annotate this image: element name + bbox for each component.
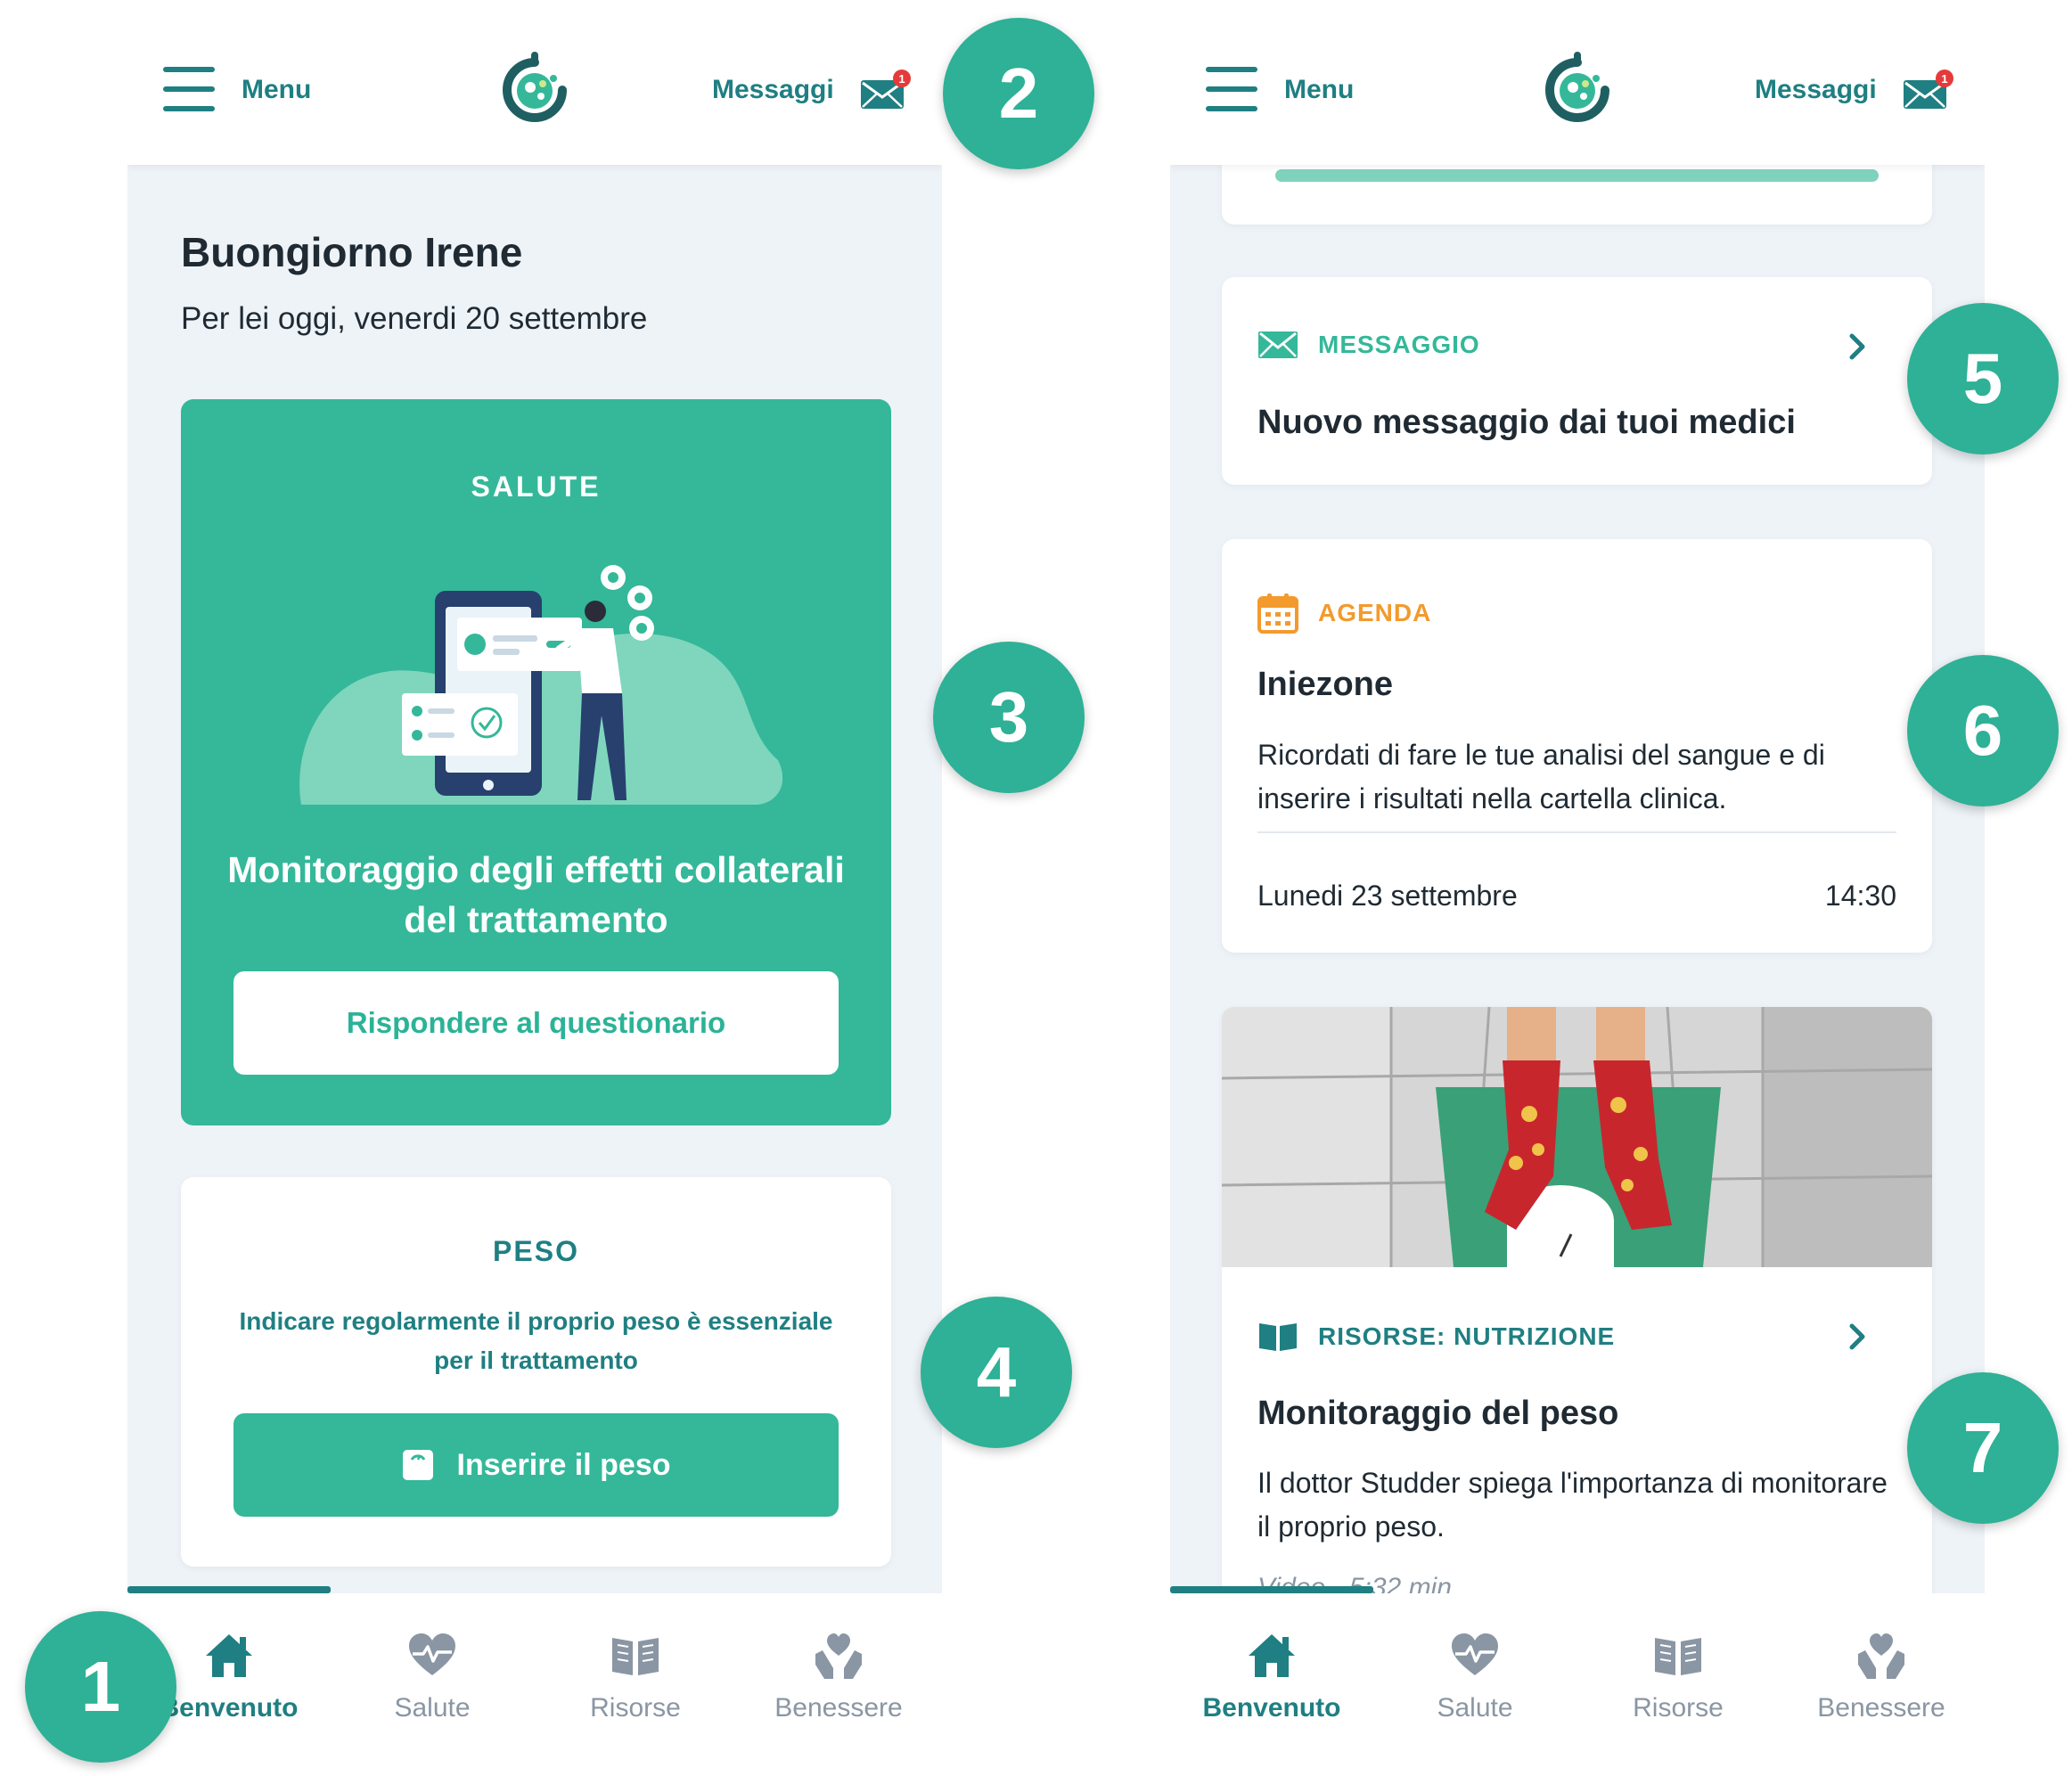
weight-scale-photo (1222, 1007, 1932, 1267)
menu-label[interactable]: Menu (1284, 75, 1354, 105)
date-line: Per lei oggi, venerdi 20 settembre (181, 301, 648, 336)
menu-label[interactable]: Menu (242, 75, 311, 105)
book-icon (1259, 1323, 1297, 1351)
agenda-time: 14:30 (1824, 880, 1896, 912)
message-tag: MESSAGGIO (1257, 331, 1480, 359)
chevron-right-icon (1849, 1323, 1865, 1350)
messages-label[interactable]: Messaggi (712, 75, 834, 105)
envelope-icon[interactable]: 1 (858, 68, 912, 112)
agenda-date: Lunedi 23 settembre (1257, 880, 1518, 912)
peso-card: PESO Indicare regolarmente il proprio pe… (181, 1177, 891, 1567)
scale-icon (402, 1450, 433, 1480)
nav-label: Benessere (1817, 1693, 1945, 1723)
hamburger-menu-icon[interactable] (163, 67, 215, 111)
agenda-title: Iniezone (1257, 666, 1394, 703)
heart-pulse-icon (1452, 1633, 1498, 1675)
resource-tag: RISORSE: NUTRIZIONE (1257, 1321, 1615, 1353)
resource-title: Monitoraggio del peso (1257, 1395, 1619, 1432)
nav-item-benvenuto[interactable]: Benvenuto (1170, 1593, 1373, 1776)
doctor-tablet-illustration (299, 565, 782, 805)
canvas: Menu Messaggi 1 Buongiorno Irene Per lei… (0, 0, 2072, 1776)
book-icon (1655, 1638, 1701, 1675)
message-card[interactable]: MESSAGGIO Nuovo messaggio dai tuoi medic… (1222, 277, 1932, 485)
enter-weight-label: Inserire il peso (456, 1447, 671, 1482)
nav-label: Risorse (590, 1693, 681, 1723)
top-bar: Menu Messaggi 1 (127, 16, 942, 165)
nav-item-risorse[interactable]: Risorse (534, 1593, 737, 1776)
envelope-icon[interactable]: 1 (1901, 68, 1954, 112)
book-icon (612, 1638, 659, 1675)
nav-label: Benvenuto (1202, 1693, 1341, 1723)
agenda-tag-label: AGENDA (1318, 599, 1432, 626)
home-icon (1249, 1634, 1295, 1677)
resource-body: Il dottor Studder spiega l'importanza di… (1257, 1467, 1888, 1543)
chevron-right-icon (1849, 333, 1865, 360)
nav-item-risorse[interactable]: Risorse (1577, 1593, 1780, 1776)
annotation-badge-7: 7 (1907, 1372, 2059, 1524)
nav-item-salute[interactable]: Salute (1373, 1593, 1577, 1776)
home-icon (206, 1634, 252, 1677)
active-tab-indicator (1170, 1586, 1373, 1593)
unread-count: 1 (1941, 72, 1947, 86)
bottom-nav: Benvenuto Salute Risorse Benessere (1170, 1586, 1985, 1776)
peso-tag: PESO (493, 1235, 579, 1267)
nav-item-benessere[interactable]: Benessere (1780, 1593, 1983, 1776)
nav-label: Salute (1437, 1693, 1513, 1723)
home-screen-top: Menu Messaggi 1 Buongiorno Irene Per lei… (127, 16, 942, 1776)
annotation-badge-4: 4 (921, 1297, 1072, 1448)
calendar-icon (1257, 593, 1298, 634)
app-logo (503, 52, 567, 122)
greeting: Buongiorno Irene (181, 229, 523, 275)
envelope-icon (1258, 331, 1298, 358)
resource-card[interactable]: RISORSE: NUTRIZIONE Monitoraggio del pes… (1222, 1007, 1932, 1631)
nav-label: Benessere (774, 1693, 903, 1723)
agenda-tag: AGENDA (1257, 593, 1431, 634)
nav-label: Salute (394, 1693, 471, 1723)
hands-heart-icon (1858, 1633, 1904, 1679)
nav-item-salute[interactable]: Salute (331, 1593, 534, 1776)
salute-card: SALUTE Monitoraggio degli effetti collat… (181, 399, 891, 1125)
messages-label[interactable]: Messaggi (1755, 75, 1877, 105)
questionnaire-button[interactable]: Rispondere al questionario (233, 971, 839, 1075)
salute-tag: SALUTE (471, 471, 602, 503)
hands-heart-icon (815, 1633, 862, 1679)
active-tab-indicator (127, 1586, 331, 1593)
agenda-body: Ricordati di fare le tue analisi del san… (1257, 739, 1825, 814)
home-screen-scrolled: Menu Messaggi 1 MESSAGGIO Nuovo messaggi… (1170, 16, 1985, 1776)
divider (1257, 831, 1896, 833)
unread-count: 1 (898, 72, 905, 86)
message-title: Nuovo messaggio dai tuoi medici (1257, 404, 1796, 441)
resource-tag-label: RISORSE: NUTRIZIONE (1318, 1322, 1616, 1350)
enter-weight-button[interactable]: Inserire il peso (233, 1413, 839, 1517)
agenda-card[interactable]: AGENDA Iniezone Ricordati di fare le tue… (1222, 539, 1932, 953)
nav-item-benessere[interactable]: Benessere (737, 1593, 940, 1776)
bottom-nav: Benvenuto Salute Risorse Benessere (127, 1586, 942, 1776)
annotation-badge-2: 2 (943, 18, 1094, 169)
heart-pulse-icon (409, 1633, 455, 1675)
top-bar: Menu Messaggi 1 (1170, 16, 1985, 165)
annotation-badge-5: 5 (1907, 303, 2059, 454)
nav-label: Risorse (1633, 1693, 1724, 1723)
app-logo (1545, 52, 1609, 122)
annotation-badge-3: 3 (933, 642, 1085, 793)
annotation-badge-1: 1 (25, 1611, 176, 1763)
annotation-badge-6: 6 (1907, 655, 2059, 806)
salute-card-title: Monitoraggio degli effetti collaterali d… (227, 849, 845, 940)
hamburger-menu-icon[interactable] (1206, 67, 1257, 111)
message-tag-label: MESSAGGIO (1318, 331, 1480, 358)
card-button-edge (1275, 169, 1879, 182)
peso-description: Indicare regolarmente il proprio peso è … (239, 1307, 833, 1374)
